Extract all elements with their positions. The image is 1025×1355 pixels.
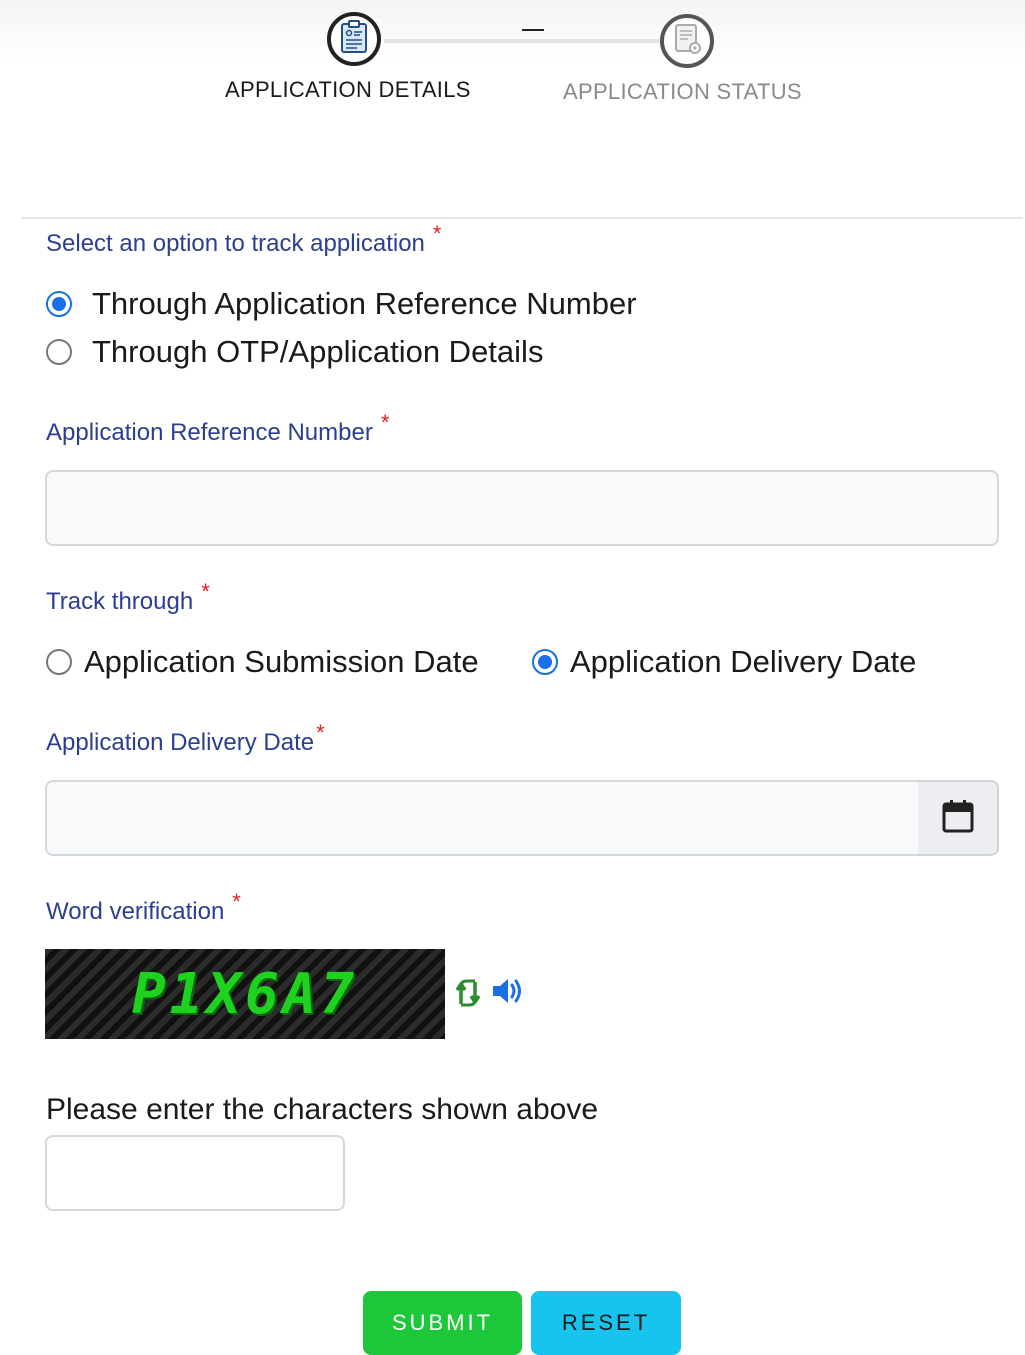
- step-label-application-status: APPLICATION STATUS: [563, 79, 802, 104]
- required-mark: *: [316, 720, 325, 745]
- stepper-connector: [384, 39, 660, 43]
- refresh-icon[interactable]: [455, 978, 483, 1013]
- calendar-button[interactable]: [918, 780, 999, 856]
- step-application-status: [660, 14, 714, 68]
- radio-submission-date[interactable]: Application Submission Date: [46, 644, 479, 680]
- radio-button-checked[interactable]: [46, 291, 72, 317]
- track-option-label: Select an option to track application *: [46, 221, 442, 257]
- radio-reference-number[interactable]: Through Application Reference Number: [46, 286, 637, 322]
- step-application-details: [327, 12, 381, 66]
- delivery-date-label: Application Delivery Date*: [46, 720, 325, 756]
- word-verification-label: Word verification *: [46, 889, 241, 925]
- radio-label: Through OTP/Application Details: [92, 334, 544, 369]
- radio-otp-details[interactable]: Through OTP/Application Details: [46, 334, 543, 370]
- captcha-text: P1X6A7: [131, 961, 359, 1027]
- reference-number-input[interactable]: [45, 470, 999, 546]
- track-through-label: Track through *: [46, 579, 210, 615]
- clipboard-form-icon: [339, 19, 369, 59]
- radio-button-unchecked[interactable]: [46, 339, 72, 365]
- delivery-date-input[interactable]: [45, 780, 920, 856]
- required-mark: *: [232, 889, 241, 914]
- section-divider: [21, 217, 1023, 219]
- captcha-input[interactable]: [45, 1135, 345, 1211]
- radio-label: Application Submission Date: [84, 644, 479, 679]
- document-gear-icon: [671, 22, 703, 61]
- required-mark: *: [432, 221, 442, 246]
- required-mark: *: [380, 410, 390, 435]
- reference-number-label: Application Reference Number *: [46, 410, 390, 446]
- captcha-entry-label: Please enter the characters shown above: [46, 1093, 598, 1126]
- radio-button-unchecked[interactable]: [46, 649, 72, 675]
- radio-label: Application Delivery Date: [570, 644, 917, 679]
- captcha-image: P1X6A7: [45, 949, 445, 1039]
- radio-button-checked[interactable]: [532, 649, 558, 675]
- submit-button[interactable]: SUBMIT: [363, 1291, 522, 1355]
- top-fade-band: [0, 0, 1025, 60]
- stepper-dash: [522, 29, 544, 31]
- step-label-application-details: APPLICATION DETAILS: [225, 77, 471, 102]
- radio-delivery-date[interactable]: Application Delivery Date: [532, 644, 916, 680]
- speaker-icon[interactable]: [491, 975, 525, 1012]
- calendar-icon: [942, 799, 974, 838]
- required-mark: *: [201, 579, 210, 604]
- reset-button[interactable]: RESET: [531, 1291, 681, 1355]
- radio-label: Through Application Reference Number: [92, 286, 637, 321]
